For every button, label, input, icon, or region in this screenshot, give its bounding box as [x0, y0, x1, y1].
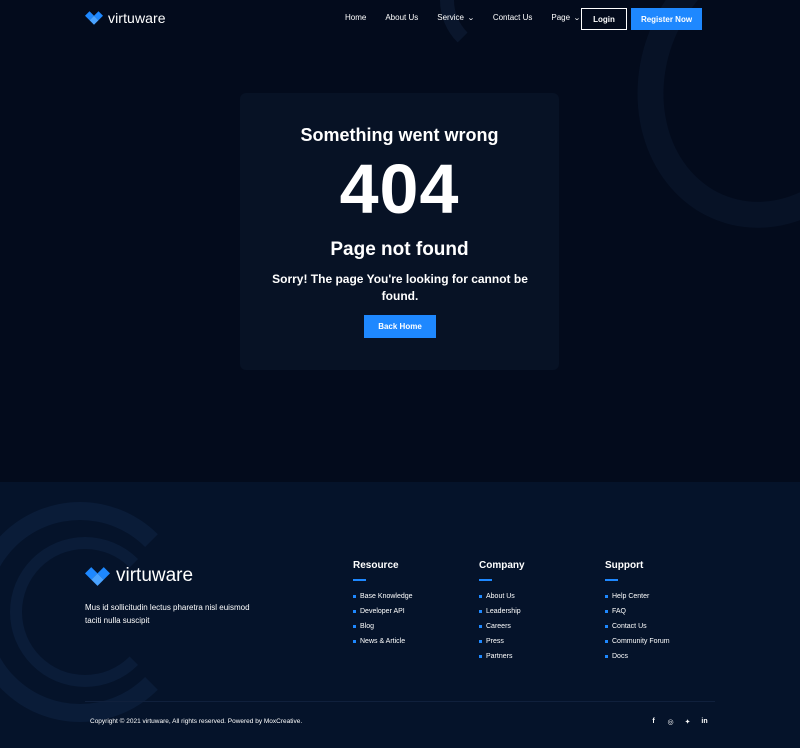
- nav-item-home[interactable]: Home: [345, 13, 366, 22]
- chevron-down-icon: ⌄: [467, 14, 475, 22]
- footer-brand-logo[interactable]: virtuware: [85, 565, 193, 587]
- bullet-icon: [605, 595, 608, 598]
- copyright-text: Copyright © 2021 virtuware, All rights r…: [90, 718, 303, 725]
- footer-link[interactable]: About Us: [479, 593, 525, 600]
- nav-item-service[interactable]: Service ⌄: [437, 13, 474, 22]
- site-header: virtuware Home About Us Service ⌄ Contact…: [0, 0, 800, 38]
- link-label: Base Knowledge: [360, 593, 413, 600]
- register-button[interactable]: Register Now: [631, 8, 702, 30]
- bullet-icon: [479, 625, 482, 628]
- footer-link[interactable]: Blog: [353, 623, 413, 630]
- logo-mark-icon: [85, 566, 110, 586]
- link-label: Contact Us: [612, 623, 647, 630]
- footer-link[interactable]: News & Article: [353, 638, 413, 645]
- footer-link[interactable]: Base Knowledge: [353, 593, 413, 600]
- footer-description: Mus id sollicitudin lectus pharetra nisl…: [85, 603, 250, 625]
- column-underline: [353, 579, 366, 581]
- column-title: Support: [605, 560, 644, 571]
- bullet-icon: [605, 640, 608, 643]
- link-label: Community Forum: [612, 638, 670, 645]
- footer-divider: [85, 701, 715, 702]
- column-underline: [479, 579, 492, 581]
- link-label: Partners: [486, 653, 513, 660]
- column-title: Company: [479, 560, 525, 571]
- footer-brand-name: virtuware: [116, 565, 194, 586]
- logo-mark-icon: [85, 11, 103, 25]
- link-label: Press: [486, 638, 504, 645]
- link-label: Developer API: [360, 608, 405, 615]
- footer-link[interactable]: Help Center: [605, 593, 670, 600]
- link-label: FAQ: [612, 608, 627, 615]
- column-underline: [605, 579, 618, 581]
- link-label: News & Article: [360, 638, 406, 645]
- footer-link[interactable]: Contact Us: [605, 623, 670, 630]
- twitter-icon[interactable]: ✦: [684, 718, 691, 726]
- bullet-icon: [479, 655, 482, 658]
- footer-column-support: Support Help Center FAQ Contact Us Commu…: [605, 560, 670, 668]
- link-label: Careers: [486, 623, 511, 630]
- bullet-icon: [605, 610, 608, 613]
- footer-column-resource: Resource Base Knowledge Developer API Bl…: [353, 560, 413, 653]
- footer-link[interactable]: Leadership: [479, 608, 525, 615]
- bullet-icon: [353, 625, 356, 628]
- footer-link[interactable]: Press: [479, 638, 525, 645]
- instagram-icon[interactable]: ◎: [667, 718, 674, 726]
- link-label: About Us: [486, 593, 515, 600]
- social-links: f ◎ ✦ in: [650, 718, 708, 726]
- brand-name: virtuware: [108, 10, 166, 26]
- error-card: Something went wrong 404 Page not found …: [240, 93, 559, 370]
- footer-link[interactable]: Docs: [605, 653, 670, 660]
- footer-link[interactable]: Careers: [479, 623, 525, 630]
- bullet-icon: [605, 625, 608, 628]
- footer-link[interactable]: Partners: [479, 653, 525, 660]
- footer-link[interactable]: Developer API: [353, 608, 413, 615]
- link-label: Help Center: [612, 593, 650, 600]
- chevron-down-icon: ⌄: [573, 14, 581, 22]
- bullet-icon: [353, 595, 356, 598]
- bullet-icon: [353, 640, 356, 643]
- nav-label: Service: [437, 13, 464, 22]
- nav-item-contact-us[interactable]: Contact Us: [493, 13, 533, 22]
- facebook-icon[interactable]: f: [650, 718, 657, 726]
- bullet-icon: [605, 655, 608, 658]
- main-nav: Home About Us Service ⌄ Contact Us Page ⌄: [345, 13, 599, 22]
- login-button[interactable]: Login: [581, 8, 627, 30]
- error-code: 404: [339, 150, 460, 228]
- error-subtitle: Page not found: [330, 239, 469, 260]
- nav-item-page[interactable]: Page ⌄: [551, 13, 580, 22]
- error-title: Something went wrong: [300, 125, 499, 145]
- nav-label: Contact Us: [492, 13, 533, 22]
- nav-label: About Us: [385, 13, 419, 22]
- back-home-button[interactable]: Back Home: [364, 315, 436, 338]
- footer-column-company: Company About Us Leadership Careers Pres…: [479, 560, 525, 668]
- nav-label: Page: [551, 13, 571, 22]
- linkedin-icon[interactable]: in: [701, 718, 708, 726]
- link-label: Blog: [360, 623, 375, 630]
- column-title: Resource: [353, 560, 399, 571]
- bullet-icon: [479, 610, 482, 613]
- link-label: Docs: [612, 653, 628, 660]
- nav-label: Home: [345, 13, 367, 22]
- error-message: Sorry! The page You're looking for canno…: [272, 272, 528, 303]
- brand-logo[interactable]: virtuware: [85, 10, 166, 26]
- decorative-arc: [596, 0, 800, 266]
- footer-link[interactable]: Community Forum: [605, 638, 670, 645]
- nav-item-about-us[interactable]: About Us: [385, 13, 418, 22]
- bullet-icon: [479, 640, 482, 643]
- bullet-icon: [479, 595, 482, 598]
- link-label: Leadership: [486, 608, 521, 615]
- footer-link[interactable]: FAQ: [605, 608, 670, 615]
- site-footer: virtuware Mus id sollicitudin lectus pha…: [0, 482, 800, 748]
- bullet-icon: [353, 610, 356, 613]
